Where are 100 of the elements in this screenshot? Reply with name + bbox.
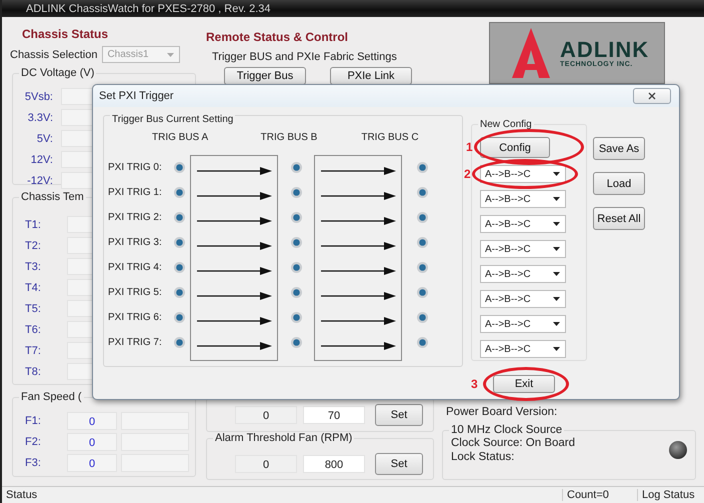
bus-header: TRIG BUS A (152, 132, 210, 143)
caret-icon (553, 197, 560, 201)
dialog-button[interactable]: Reset All (593, 207, 645, 230)
route-dropdown[interactable]: A-->B-->C (480, 265, 566, 283)
set-button[interactable]: Set (375, 453, 423, 475)
temperature-label: T6: (24, 324, 42, 336)
trigger-label: PXI TRIG 0: (108, 161, 163, 175)
led-icon (174, 237, 184, 248)
temperature-label: T1: (24, 218, 42, 230)
group-title: Trigger Bus Current Setting (110, 114, 236, 125)
arrow-icon (320, 266, 396, 274)
trigger-label: PXI TRIG 7: (108, 336, 163, 350)
arrow-icon (320, 192, 396, 200)
dialog-button[interactable]: Save As (593, 137, 645, 160)
route-dropdown[interactable]: A-->B-->C (480, 240, 566, 258)
bus-header: TRIG BUS B (260, 132, 318, 143)
arrow-icon (196, 216, 272, 224)
led-icon (174, 162, 184, 173)
temperature-label: T5: (24, 302, 42, 314)
led-icon (290, 187, 302, 198)
annotation-number: 1 (466, 140, 473, 154)
arrow-icon (196, 242, 272, 250)
caret-icon (553, 172, 560, 176)
fan-value: 0 (67, 412, 117, 430)
current-value-field: 0 (235, 406, 297, 424)
caret-icon (553, 297, 560, 301)
led-icon (416, 312, 428, 323)
section-heading: Chassis Status (22, 27, 110, 41)
led-icon (290, 287, 302, 298)
led-icon (416, 262, 428, 273)
group-title: DC Voltage (V) (19, 67, 96, 79)
led-icon (416, 287, 428, 298)
voltage-label: -12V: (26, 174, 53, 186)
route-dropdown[interactable]: A-->B-->C (480, 290, 566, 308)
dialog-title: Set PXI Trigger (99, 90, 174, 102)
info-label: Lock Status: (451, 451, 516, 463)
route-dropdown[interactable]: A-->B-->C (480, 190, 566, 208)
led-icon (290, 337, 302, 348)
annotation-number: 3 (471, 377, 478, 391)
current-value-field: 0 (235, 455, 297, 473)
exit-button[interactable]: Exit (493, 375, 555, 393)
led-icon (174, 287, 184, 298)
group-title: 10 MHz Clock Source (449, 424, 564, 436)
status-text: Status (5, 489, 38, 501)
settings-button[interactable]: Trigger Bus (224, 67, 306, 85)
route-dropdown[interactable]: A-->B-->C (480, 340, 566, 358)
group-title: Fan Speed ( (19, 391, 84, 403)
led-icon (290, 237, 302, 248)
section-heading: Remote Status & Control (206, 30, 350, 44)
temperature-label: T3: (24, 260, 42, 272)
led-icon (290, 162, 302, 173)
arrow-icon (320, 166, 396, 174)
caret-icon (553, 272, 560, 276)
dialog-button[interactable]: Load (593, 172, 645, 195)
status-led-icon (669, 441, 687, 459)
voltage-label: 5V: (36, 132, 53, 144)
route-dropdown[interactable]: A-->B-->C (480, 215, 566, 233)
voltage-label: 5Vsb: (24, 90, 53, 102)
route-dropdown[interactable]: A-->B-->C (480, 315, 566, 333)
bus-header: TRIG BUS C (361, 132, 420, 143)
temperature-label: T8: (24, 366, 42, 378)
trigger-label: PXI TRIG 2: (108, 211, 163, 225)
temperature-label: T7: (24, 344, 42, 356)
set-button[interactable]: Set (375, 404, 423, 426)
fan-value: 0 (67, 432, 117, 450)
led-icon (416, 237, 428, 248)
caret-icon (553, 347, 560, 351)
route-dropdown[interactable]: A-->B-->C (480, 165, 566, 183)
led-icon (174, 187, 184, 198)
led-icon (174, 337, 184, 348)
status-text: Count=0 (562, 489, 637, 501)
trigger-label: PXI TRIG 4: (108, 261, 163, 275)
info-label: Clock Source: On Board (451, 437, 576, 449)
caret-icon (167, 52, 174, 56)
group-title: Alarm Threshold Fan (RPM) (213, 432, 354, 444)
arrow-icon (196, 342, 272, 350)
arrow-icon (196, 192, 272, 200)
arrow-icon (196, 316, 272, 324)
close-button[interactable] (633, 88, 671, 104)
annotation-number: 2 (464, 167, 471, 181)
trigger-label: PXI TRIG 3: (108, 236, 163, 250)
info-label: Power Board Version: (446, 406, 558, 418)
caret-icon (553, 222, 560, 226)
status-text: Log Status (637, 489, 704, 501)
arrow-icon (196, 292, 272, 300)
arrow-icon (320, 216, 396, 224)
group-title: Chassis Tem (19, 191, 86, 203)
group-title: New Config (478, 119, 534, 130)
led-icon (416, 162, 428, 173)
arrow-icon (320, 316, 396, 324)
arrow-icon (196, 266, 272, 274)
led-icon (416, 337, 428, 348)
input-field[interactable]: 800 (303, 455, 365, 473)
fan-label: F2: (24, 436, 42, 448)
led-icon (290, 312, 302, 323)
config-button[interactable]: Config (480, 137, 550, 158)
input-field[interactable]: 70 (303, 406, 365, 424)
led-icon (174, 212, 184, 223)
arrow-icon (196, 166, 272, 174)
settings-button[interactable]: PXIe Link (330, 67, 412, 85)
